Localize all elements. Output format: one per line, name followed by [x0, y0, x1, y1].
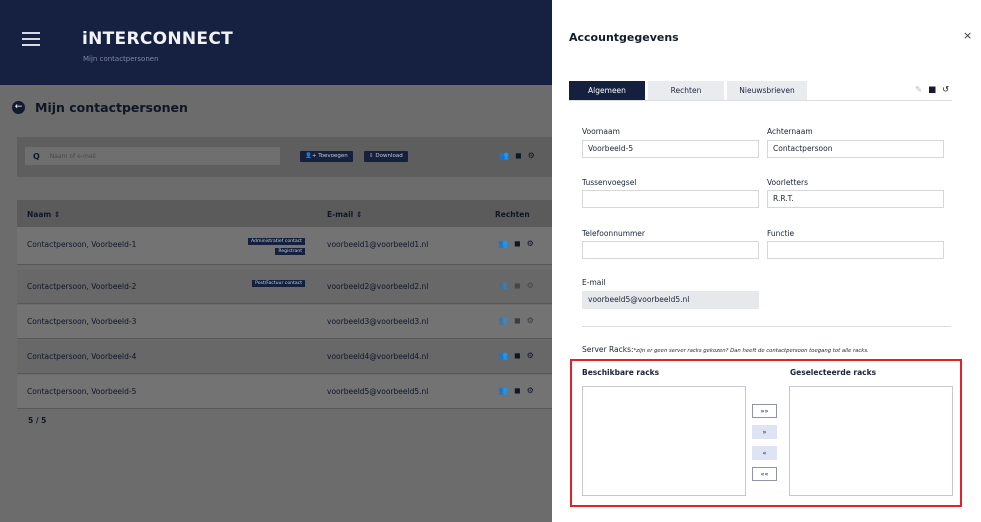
table-row[interactable]: Contactpersoon, Voorbeeld-4 voorbeeld4@v…: [17, 340, 552, 374]
server-racks-title: Server Racks:: [582, 345, 634, 354]
row-rights-icons: 👥◼⚙: [498, 351, 540, 360]
move-left-button[interactable]: «: [752, 446, 777, 460]
move-all-left-button[interactable]: ««: [752, 467, 777, 481]
hamburger-menu-icon[interactable]: [22, 32, 40, 46]
row-email: voorbeeld5@voorbeeld5.nl: [327, 387, 429, 396]
available-racks-title: Beschikbare racks: [582, 368, 660, 377]
column-header-rights: Rechten: [495, 210, 530, 219]
panel-title: Accountgegevens: [569, 31, 679, 44]
table-row[interactable]: Contactpersoon, Voorbeeld-1 Administrati…: [17, 227, 552, 265]
move-right-button[interactable]: »: [752, 425, 777, 439]
server-racks-note: *zijn er geen server racks gekozen? Dan …: [633, 348, 869, 354]
row-email: voorbeeld4@voorbeeld4.nl: [327, 352, 429, 361]
undo-icon[interactable]: ↺: [942, 85, 949, 95]
gear-icon[interactable]: ⚙: [528, 151, 541, 160]
row-name: Contactpersoon, Voorbeeld-2: [27, 282, 137, 291]
table-row[interactable]: Contactpersoon, Voorbeeld-2 Post/Factuur…: [17, 270, 552, 304]
input-voornaam[interactable]: Voorbeeld-5: [582, 140, 759, 158]
panel-actions: ✎ ■ ↺: [909, 85, 949, 95]
toolbar: Q Naam of e-mail 👤+ Toevoegen ⇩ Download…: [17, 137, 552, 177]
pagination-count: 5 / 5: [28, 416, 47, 425]
input-functie[interactable]: [767, 241, 944, 259]
tab-nieuwsbrieven[interactable]: Nieuwsbrieven: [727, 81, 807, 100]
input-voorletters[interactable]: R.R.T.: [767, 190, 944, 208]
background-app: iNTERCONNECT Mijn contactpersonen ← Mijn…: [0, 0, 552, 522]
back-arrow-icon[interactable]: ←: [12, 101, 25, 114]
label-achternaam: Achternaam: [767, 127, 813, 136]
row-email: voorbeeld3@voorbeeld3.nl: [327, 317, 429, 326]
row-badge: Registrant: [275, 248, 305, 255]
add-button-label: Toevoegen: [318, 153, 348, 159]
download-button-label: Download: [375, 153, 403, 159]
tab-bar: Algemeen Rechten Nieuwsbrieven: [569, 81, 810, 100]
truck-icon[interactable]: ◼: [515, 151, 528, 160]
selected-racks-title: Geselecteerde racks: [790, 368, 877, 377]
label-tussenvoegsel: Tussenvoegsel: [582, 178, 637, 187]
page-title: Mijn contactpersonen: [35, 100, 188, 115]
label-voornaam: Voornaam: [582, 127, 620, 136]
table-row[interactable]: Contactpersoon, Voorbeeld-5 voorbeeld5@v…: [17, 375, 552, 409]
search-input[interactable]: Q Naam of e-mail: [25, 147, 280, 165]
row-badge: Post/Factuur contact: [252, 280, 305, 287]
label-voorletters: Voorletters: [767, 178, 808, 187]
brand-subtitle: Mijn contactpersonen: [83, 55, 159, 63]
table-header: Naam ⇕ E-mail ⇕ Rechten: [17, 200, 552, 227]
toolbar-rights-icons: 👥◼⚙: [499, 151, 541, 160]
add-user-icon: 👤+: [305, 153, 319, 159]
row-name: Contactpersoon, Voorbeeld-3: [27, 317, 137, 326]
column-header-name[interactable]: Naam ⇕: [27, 210, 60, 219]
label-functie: Functie: [767, 229, 795, 238]
tab-algemeen[interactable]: Algemeen: [569, 81, 645, 100]
users-icon[interactable]: 👥: [499, 151, 515, 160]
row-email: voorbeeld1@voorbeeld1.nl: [327, 240, 429, 249]
save-icon[interactable]: ■: [928, 85, 936, 95]
move-all-right-button[interactable]: »»: [752, 404, 777, 418]
label-telefoonnummer: Telefoonnummer: [582, 229, 646, 238]
account-panel: Accountgegevens × Algemeen Rechten Nieuw…: [552, 0, 981, 522]
table-row[interactable]: Contactpersoon, Voorbeeld-3 voorbeeld3@v…: [17, 305, 552, 339]
brand-logo: iNTERCONNECT: [82, 29, 234, 49]
row-rights-icons: 👥◼⚙: [498, 386, 540, 395]
add-button[interactable]: 👤+ Toevoegen: [300, 151, 353, 162]
edit-icon[interactable]: ✎: [915, 85, 922, 95]
row-name: Contactpersoon, Voorbeeld-4: [27, 352, 137, 361]
server-racks-label: Server Racks:*zijn er geen server racks …: [582, 345, 869, 354]
input-telefoonnummer[interactable]: [582, 241, 759, 259]
column-header-email[interactable]: E-mail ⇕: [327, 210, 362, 219]
row-rights-icons: 👥◼⚙: [498, 239, 540, 248]
tab-underline: [569, 100, 952, 101]
row-name: Contactpersoon, Voorbeeld-5: [27, 387, 137, 396]
selected-racks-list[interactable]: [789, 386, 953, 496]
tab-rechten[interactable]: Rechten: [648, 81, 724, 100]
input-achternaam[interactable]: Contactpersoon: [767, 140, 944, 158]
top-bar: iNTERCONNECT Mijn contactpersonen: [0, 0, 552, 85]
page-header: ← Mijn contactpersonen: [12, 100, 188, 115]
row-rights-icons: 👥◼⚙: [498, 316, 540, 325]
available-racks-list[interactable]: [582, 386, 746, 496]
row-rights-icons: 👥◼⚙: [498, 281, 540, 290]
row-name: Contactpersoon, Voorbeeld-1: [27, 240, 137, 249]
search-placeholder: Naam of e-mail: [49, 152, 96, 160]
close-icon[interactable]: ×: [963, 29, 972, 42]
search-icon: Q: [33, 151, 40, 161]
row-email: voorbeeld2@voorbeeld2.nl: [327, 282, 429, 291]
section-divider: [582, 326, 951, 327]
input-tussenvoegsel[interactable]: [582, 190, 759, 208]
row-badge: Administratief contact: [248, 238, 305, 245]
download-button[interactable]: ⇩ Download: [364, 151, 408, 162]
label-email: E-mail: [582, 278, 606, 287]
input-email: voorbeeld5@voorbeeld5.nl: [582, 291, 759, 309]
